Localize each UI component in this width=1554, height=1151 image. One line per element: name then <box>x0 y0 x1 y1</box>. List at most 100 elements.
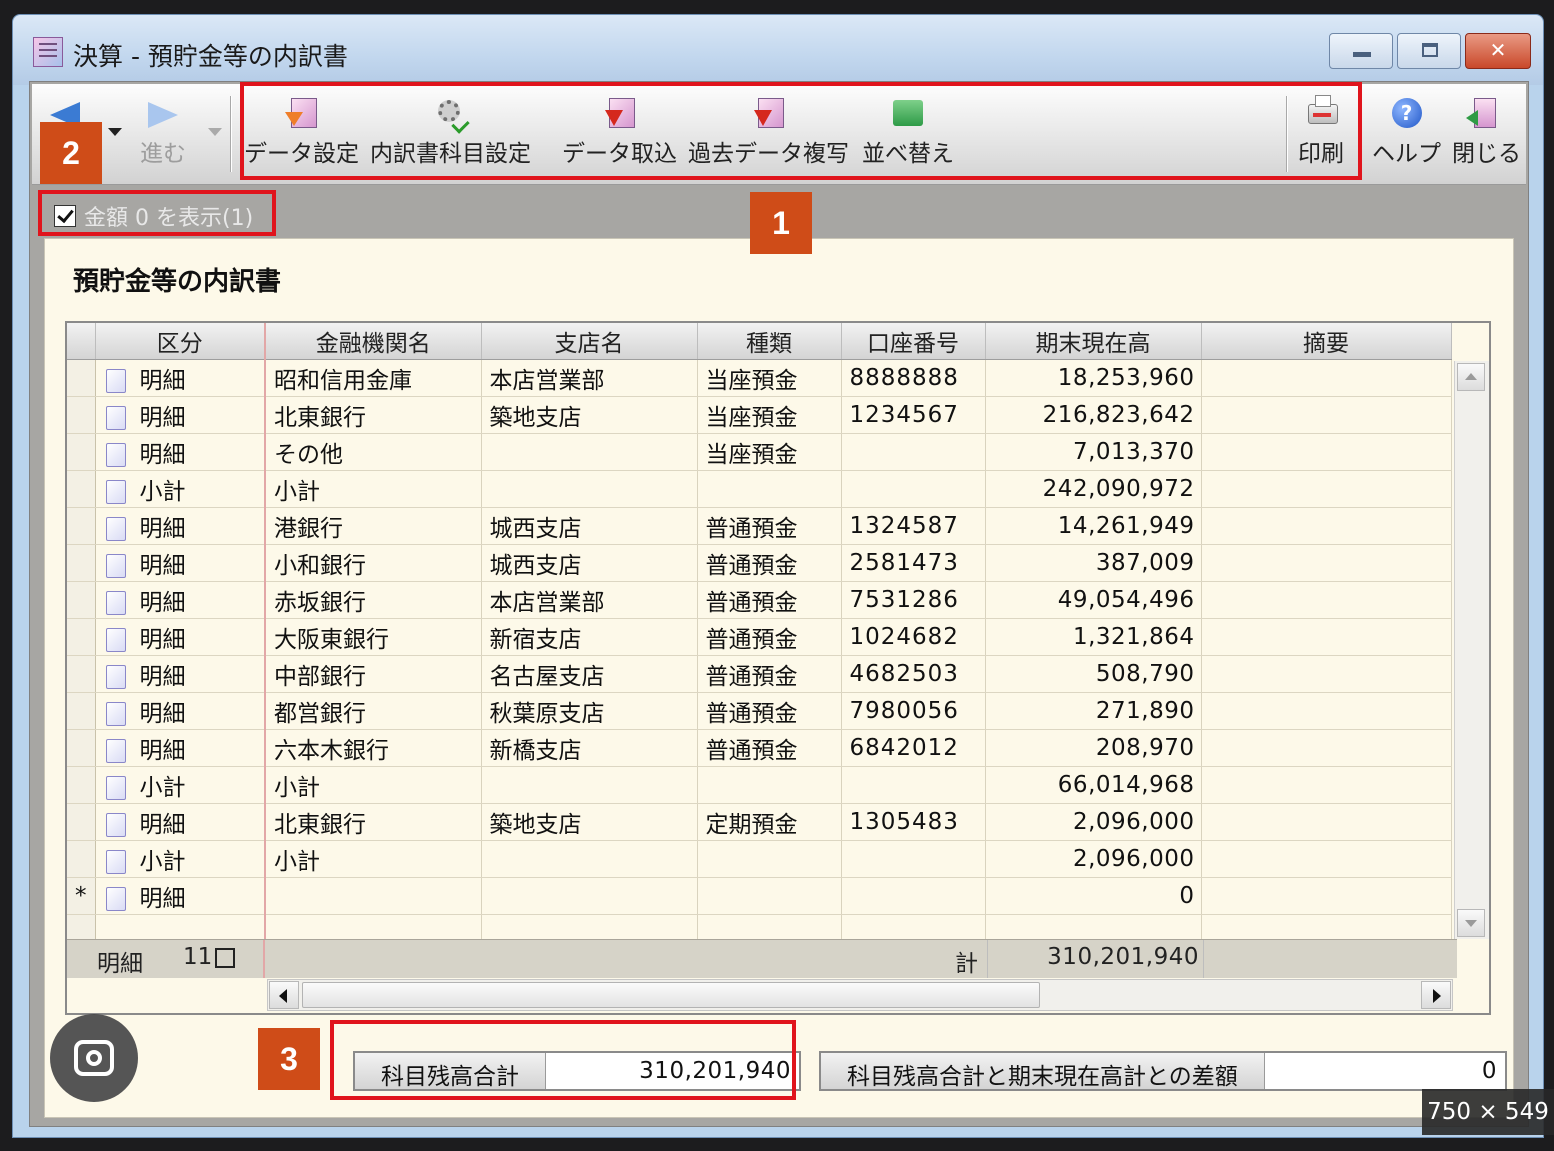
table-row[interactable]: 明細 その他 当座預金 7,013,370 <box>67 433 1452 471</box>
row-selector[interactable] <box>67 433 96 471</box>
cell-note[interactable] <box>1201 396 1452 434</box>
cell-amount[interactable]: 271,890 <box>985 692 1202 730</box>
cell-branch[interactable] <box>481 877 698 915</box>
cell-bank[interactable]: 小計 <box>265 766 482 804</box>
row-selector[interactable] <box>67 396 96 434</box>
column-header-account[interactable]: 口座番号 <box>841 323 986 360</box>
row-selector[interactable] <box>67 655 96 693</box>
cell-account[interactable]: 7980056 <box>841 692 986 730</box>
cell-note[interactable] <box>1201 433 1452 471</box>
cell-note[interactable] <box>1201 766 1452 804</box>
table-row[interactable]: 明細 中部銀行 名古屋支店 普通預金 4682503 508,790 <box>67 655 1452 693</box>
cell-kubun[interactable]: 小計 <box>95 840 266 878</box>
cell-bank[interactable]: 赤坂銀行 <box>265 581 482 619</box>
cell-kubun[interactable]: 明細 <box>95 618 266 656</box>
cell-amount[interactable]: 2,096,000 <box>985 840 1202 878</box>
cell-branch[interactable]: 新宿支店 <box>481 618 698 656</box>
cell-account[interactable]: 1024682 <box>841 618 986 656</box>
cell-note[interactable] <box>1201 507 1452 545</box>
row-selector[interactable] <box>67 544 96 582</box>
row-selector[interactable] <box>67 766 96 804</box>
close-window-button[interactable]: ✕ <box>1465 33 1531 69</box>
row-selector[interactable]: * <box>67 877 96 915</box>
cell-bank[interactable]: 北東銀行 <box>265 803 482 841</box>
cell-type[interactable]: 普通預金 <box>697 507 842 545</box>
column-header-amount[interactable]: 期末現在高 <box>985 323 1202 360</box>
cell-bank[interactable]: 港銀行 <box>265 507 482 545</box>
cell-amount[interactable]: 242,090,972 <box>985 470 1202 508</box>
cell-type[interactable]: 普通預金 <box>697 692 842 730</box>
cell-kubun[interactable]: 明細 <box>95 692 266 730</box>
cell-branch[interactable]: 城西支店 <box>481 507 698 545</box>
cell-note[interactable] <box>1201 581 1452 619</box>
row-selector[interactable] <box>67 507 96 545</box>
cell-type[interactable]: 普通預金 <box>697 655 842 693</box>
cell-account[interactable]: 1324587 <box>841 507 986 545</box>
cell-bank[interactable] <box>265 877 482 915</box>
row-selector[interactable] <box>67 470 96 508</box>
cell-note[interactable] <box>1201 618 1452 656</box>
cell-bank[interactable]: 小和銀行 <box>265 544 482 582</box>
cell-bank[interactable]: 都営銀行 <box>265 692 482 730</box>
cell-branch[interactable]: 城西支店 <box>481 544 698 582</box>
row-selector[interactable] <box>67 618 96 656</box>
cell-branch[interactable] <box>481 840 698 878</box>
cell-amount[interactable]: 508,790 <box>985 655 1202 693</box>
cell-bank[interactable]: 中部銀行 <box>265 655 482 693</box>
table-row[interactable]: 明細 北東銀行 築地支店 当座預金 1234567 216,823,642 <box>67 396 1452 434</box>
cell-account[interactable]: 2581473 <box>841 544 986 582</box>
cell-account[interactable] <box>841 433 986 471</box>
column-header-branch[interactable]: 支店名 <box>481 323 698 360</box>
table-row[interactable]: 明細 六本木銀行 新橋支店 普通預金 6842012 208,970 <box>67 729 1452 767</box>
cell-kubun[interactable]: 明細 <box>95 729 266 767</box>
cell-note[interactable] <box>1201 840 1452 878</box>
cell-amount[interactable]: 208,970 <box>985 729 1202 767</box>
forward-button[interactable]: 進む <box>140 98 186 168</box>
scroll-up-button[interactable] <box>1457 363 1485 391</box>
row-selector[interactable] <box>67 729 96 767</box>
back-dropdown-icon[interactable] <box>108 128 122 136</box>
table-row[interactable]: 小計 小計 66,014,968 <box>67 766 1452 804</box>
cell-amount[interactable]: 66,014,968 <box>985 766 1202 804</box>
scroll-down-button[interactable] <box>1457 909 1485 937</box>
cell-account[interactable]: 1234567 <box>841 396 986 434</box>
cell-bank[interactable]: 小計 <box>265 840 482 878</box>
cell-note[interactable] <box>1201 470 1452 508</box>
cell-account[interactable]: 7531286 <box>841 581 986 619</box>
row-selector[interactable] <box>67 803 96 841</box>
cell-type[interactable]: 当座預金 <box>697 359 842 397</box>
minimize-button[interactable] <box>1329 33 1393 69</box>
cell-account[interactable]: 1305483 <box>841 803 986 841</box>
row-selector[interactable] <box>67 840 96 878</box>
scroll-right-button[interactable] <box>1421 981 1451 1009</box>
cell-amount[interactable]: 216,823,642 <box>985 396 1202 434</box>
cell-type[interactable] <box>697 766 842 804</box>
cell-amount[interactable]: 7,013,370 <box>985 433 1202 471</box>
row-selector[interactable] <box>67 581 96 619</box>
cell-type[interactable]: 普通預金 <box>697 544 842 582</box>
cell-branch[interactable]: 秋葉原支店 <box>481 692 698 730</box>
cell-branch[interactable] <box>481 433 698 471</box>
horizontal-scroll-thumb[interactable] <box>302 982 1040 1008</box>
cell-branch[interactable]: 築地支店 <box>481 396 698 434</box>
cell-kubun[interactable]: 明細 <box>95 655 266 693</box>
close-button[interactable]: 閉じる <box>1452 98 1521 168</box>
cell-note[interactable] <box>1201 729 1452 767</box>
cell-amount[interactable]: 0 <box>985 877 1202 915</box>
cell-account[interactable]: 6842012 <box>841 729 986 767</box>
horizontal-scrollbar[interactable] <box>267 979 1453 1011</box>
cell-account[interactable] <box>841 840 986 878</box>
cell-note[interactable] <box>1201 692 1452 730</box>
cell-branch[interactable]: 本店営業部 <box>481 581 698 619</box>
cell-kubun[interactable]: 明細 <box>95 803 266 841</box>
cell-kubun[interactable]: 明細 <box>95 396 266 434</box>
cell-account[interactable]: 4682503 <box>841 655 986 693</box>
column-header-kubun[interactable]: 区分 <box>95 323 266 360</box>
cell-kubun[interactable]: 明細 <box>95 581 266 619</box>
cell-bank[interactable]: 大阪東銀行 <box>265 618 482 656</box>
cell-type[interactable]: 定期預金 <box>697 803 842 841</box>
cell-branch[interactable]: 本店営業部 <box>481 359 698 397</box>
cell-branch[interactable]: 新橋支店 <box>481 729 698 767</box>
cell-kubun[interactable]: 明細 <box>95 877 266 915</box>
lens-search-button[interactable] <box>50 1014 138 1102</box>
